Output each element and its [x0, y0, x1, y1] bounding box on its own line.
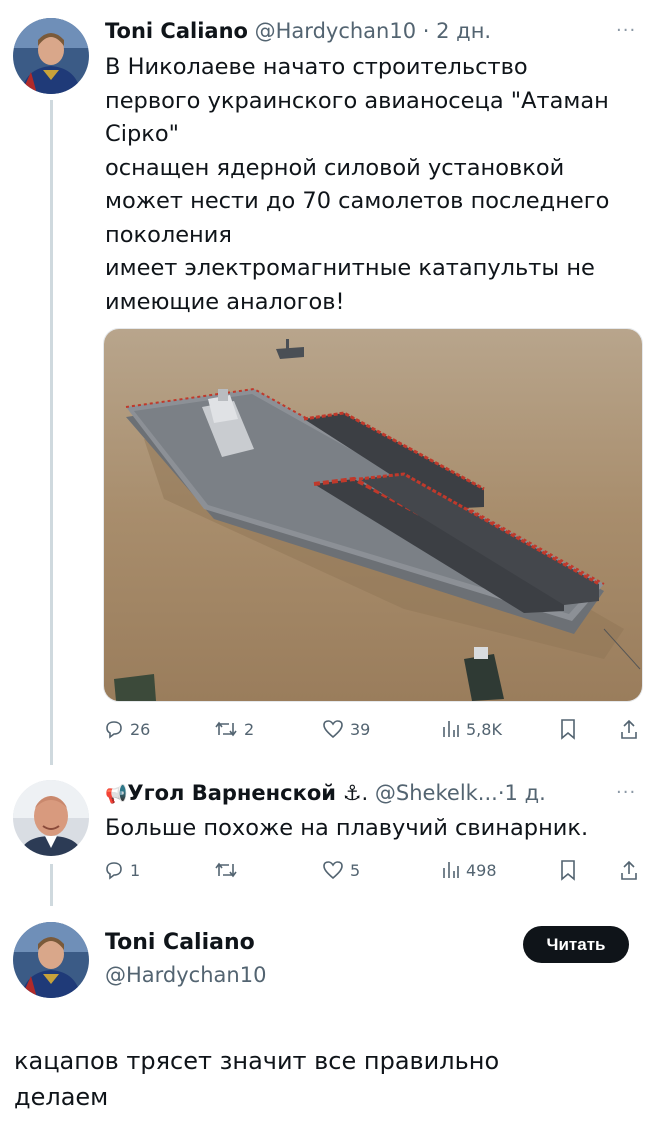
like-count: 5 — [350, 860, 361, 880]
reply-header: 📢Угол Варненской ⚓. @Shekelk...·1 д. — [105, 779, 546, 809]
reply-icon — [106, 862, 122, 880]
author-name[interactable]: Toni Caliano — [105, 19, 248, 43]
tweet-action-bar: 26 2 39 5,8K — [104, 714, 644, 744]
tweet-text-line: имеет электромагнитные катапульты не — [105, 255, 595, 281]
views-count: 5,8K — [466, 719, 502, 739]
tweet-text-line: В Николаеве начато строительство — [105, 54, 528, 80]
repost-icon — [215, 721, 237, 737]
bookmark-icon — [561, 719, 575, 740]
profile-handle[interactable]: @Hardychan10 — [105, 961, 266, 989]
share-icon — [621, 719, 637, 739]
megaphone-icon: 📢 — [105, 784, 128, 805]
like-button[interactable]: 5 — [322, 855, 360, 885]
tweet-text: В Николаеве начато строительство первого… — [105, 51, 609, 319]
reply-author-name[interactable]: Угол Варненской — [127, 781, 336, 805]
author-handle[interactable]: @Hardychan10 — [255, 19, 416, 43]
repost-button[interactable] — [214, 855, 244, 885]
like-button[interactable]: 39 — [322, 714, 370, 744]
caption-line: делаем — [14, 1083, 109, 1111]
profile-name[interactable]: Toni Caliano — [105, 929, 255, 957]
views-icon — [443, 862, 459, 878]
reply-button[interactable]: 1 — [104, 855, 140, 885]
follow-button[interactable]: Читать — [523, 926, 629, 963]
reply-icon — [106, 721, 122, 739]
heart-icon — [323, 861, 343, 880]
tweet-text-line: поколения — [105, 221, 232, 248]
reply-button[interactable]: 26 — [104, 714, 150, 744]
repost-count: 2 — [244, 719, 255, 739]
thread-line-1 — [50, 100, 53, 765]
anchor-icon: ⚓. — [342, 781, 369, 805]
reply-avatar[interactable] — [13, 780, 89, 856]
share-button[interactable] — [619, 855, 639, 885]
tweet-text-line: может нести до 70 самолетов последнего — [105, 188, 610, 214]
share-icon — [621, 860, 637, 880]
views-button[interactable]: 5,8K — [442, 714, 502, 744]
profile-avatar[interactable] — [13, 922, 89, 998]
views-button[interactable]: 498 — [442, 855, 497, 885]
reply-count: 1 — [130, 860, 141, 880]
repost-button[interactable]: 2 — [214, 714, 254, 744]
tweet-media-image[interactable] — [103, 328, 643, 702]
tweet-text-line: Сірко" — [105, 121, 179, 147]
views-count: 498 — [466, 860, 497, 880]
caption-text: кацапов трясет значит все правильно дела… — [14, 1043, 499, 1115]
reply-action-bar: 1 5 498 — [104, 855, 644, 885]
reply-more-options-icon[interactable]: ··· — [616, 782, 636, 803]
like-count: 39 — [350, 719, 371, 739]
separator-dot: · — [422, 19, 430, 43]
tweet-text-line: первого украинского авианосеца "Атаман — [105, 87, 609, 114]
reply-time[interactable]: 1 д. — [505, 781, 546, 805]
bookmark-button[interactable] — [559, 855, 577, 885]
tweet-header: Toni Caliano @Hardychan10 · 2 дн. — [105, 17, 491, 45]
heart-icon — [323, 720, 343, 739]
repost-icon — [215, 862, 237, 878]
bookmark-icon — [561, 860, 575, 881]
thread-line-2 — [50, 864, 53, 906]
more-options-icon[interactable]: ··· — [616, 20, 636, 41]
tweet-text-line: оснащен ядерной силовой установкой — [105, 154, 565, 181]
bookmark-button[interactable] — [559, 714, 577, 744]
reply-text: Больше похоже на плавучий свинарник. — [105, 815, 589, 841]
caption-line: кацапов трясет значит все правильно — [14, 1047, 500, 1075]
reply-author-handle[interactable]: @Shekelk... — [375, 781, 498, 805]
avatar[interactable] — [13, 18, 89, 94]
views-icon — [443, 721, 459, 737]
tweet-text-line: имеющие аналогов! — [105, 288, 345, 315]
share-button[interactable] — [619, 714, 639, 744]
tweet-time[interactable]: 2 дн. — [436, 19, 491, 43]
separator-dot: · — [497, 781, 505, 805]
reply-count: 26 — [130, 719, 151, 739]
